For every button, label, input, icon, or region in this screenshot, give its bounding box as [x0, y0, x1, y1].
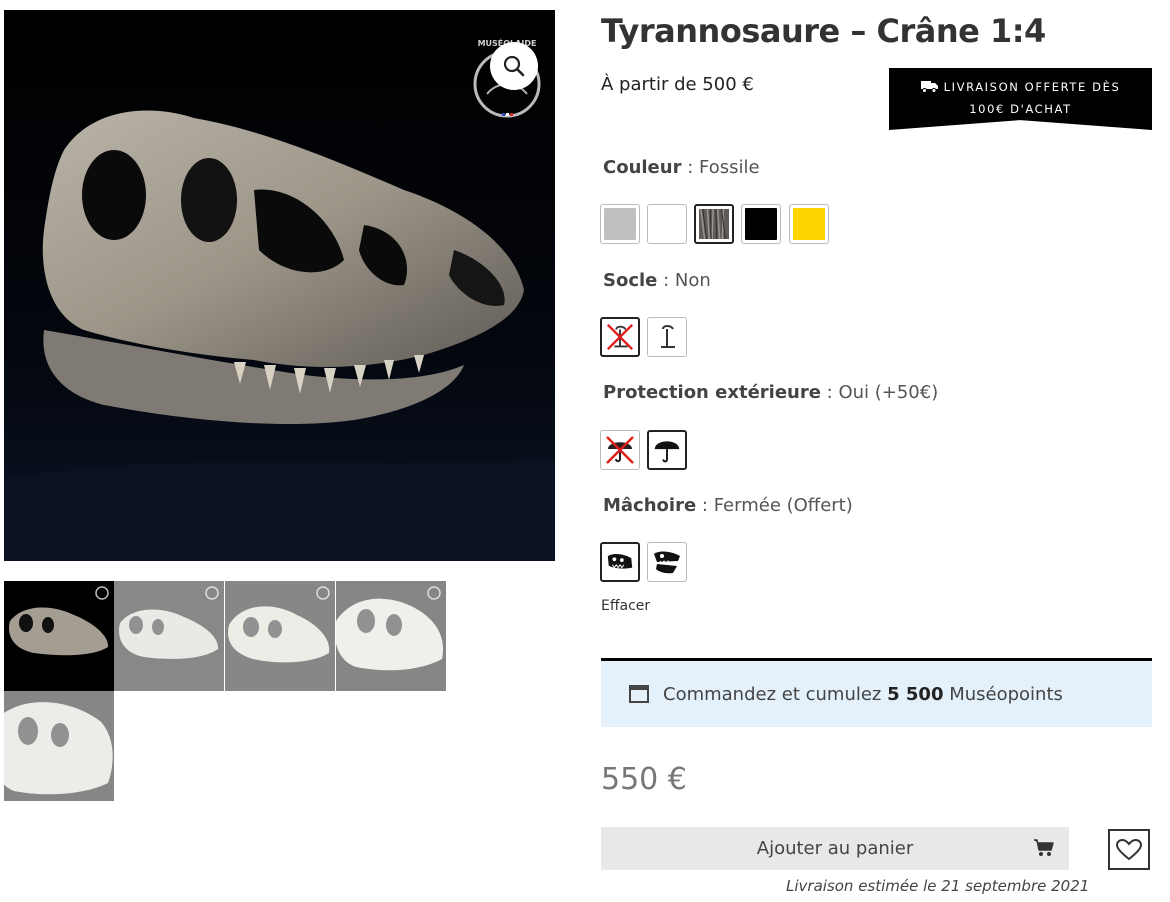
thumbnail-image	[4, 581, 114, 691]
attribute-name: Couleur	[603, 157, 682, 178]
delivery-estimate: Livraison estimée le 21 septembre 2021	[786, 877, 1090, 895]
wishlist-button[interactable]	[1108, 829, 1150, 870]
swatch-color	[745, 208, 777, 240]
stand-icon	[661, 325, 675, 348]
swatch-gris[interactable]	[600, 204, 640, 244]
thumbnail-3[interactable]	[225, 581, 335, 691]
points-suffix: Muséopoints	[943, 683, 1063, 705]
price-from: À partir de 500 €	[601, 74, 754, 95]
zoom-button[interactable]	[490, 42, 538, 90]
attribute-name: Socle	[603, 270, 658, 291]
attribute-value: Fossile	[698, 157, 760, 178]
thumbnail-4[interactable]	[336, 581, 446, 691]
option-stand[interactable]	[647, 317, 687, 357]
product-title: Tyrannosaure – Crâne 1:4	[601, 12, 1046, 50]
product-price: 550 €	[601, 762, 687, 797]
heart-icon	[1116, 838, 1142, 860]
attribute-value: Oui (+50€)	[838, 382, 939, 403]
option-open-jaw[interactable]	[647, 542, 687, 582]
swatch-fossile[interactable]	[694, 204, 734, 244]
option-protection[interactable]	[647, 430, 687, 470]
attribute-machoire-label: Mâchoire : Fermée (Offert)	[603, 495, 853, 516]
open-jaw-icon	[654, 551, 680, 574]
calendar-icon	[629, 685, 649, 703]
no-umbrella-icon	[606, 436, 634, 464]
attribute-value: Fermée (Offert)	[713, 495, 853, 516]
thumbnail-5[interactable]	[4, 691, 114, 801]
thumbnail-1[interactable]	[4, 581, 114, 691]
closed-jaw-icon	[607, 554, 633, 569]
attribute-name: Mâchoire	[603, 495, 697, 516]
add-to-cart-button[interactable]: Ajouter au panier	[601, 827, 1069, 870]
option-no-stand[interactable]	[600, 317, 640, 357]
swatch-noir[interactable]	[741, 204, 781, 244]
umbrella-icon	[654, 441, 680, 463]
points-amount: 5 500	[887, 683, 944, 705]
clear-selection-link[interactable]: Effacer	[601, 598, 650, 614]
magnifier-icon	[503, 55, 525, 77]
thumbnail-2[interactable]	[114, 581, 224, 691]
cart-icon	[1034, 839, 1054, 856]
swatch-color	[793, 208, 825, 240]
swatch-blanc[interactable]	[647, 204, 687, 244]
option-closed-jaw[interactable]	[600, 542, 640, 582]
loyalty-points-box: Commandez et cumulez 5 500 Muséopoints	[601, 658, 1152, 727]
shipping-line-2: 100€ D'ACHAT	[969, 102, 1072, 116]
attribute-name: Protection extérieure	[603, 382, 821, 403]
option-no-protection[interactable]	[600, 430, 640, 470]
attribute-socle-label: Socle : Non	[603, 270, 711, 291]
swatch-color	[604, 208, 636, 240]
attribute-protection-label: Protection extérieure : Oui (+50€)	[603, 382, 939, 403]
swatch-color	[651, 208, 683, 240]
swatch-jaune[interactable]	[789, 204, 829, 244]
add-to-cart-label: Ajouter au panier	[756, 838, 914, 859]
truck-icon	[920, 81, 938, 93]
points-prefix: Commandez et cumulez	[663, 683, 888, 705]
free-shipping-banner: LIVRAISON OFFERTE DÈS 100€ D'ACHAT	[889, 68, 1152, 130]
attribute-value: Non	[674, 270, 711, 291]
product-main-image[interactable]: MUSÉOLAIDE	[4, 10, 555, 561]
shipping-line-1: LIVRAISON OFFERTE DÈS	[943, 80, 1121, 94]
attribute-couleur-label: Couleur : Fossile	[603, 157, 760, 178]
fossil-texture	[699, 209, 729, 239]
no-stand-icon	[606, 323, 634, 351]
